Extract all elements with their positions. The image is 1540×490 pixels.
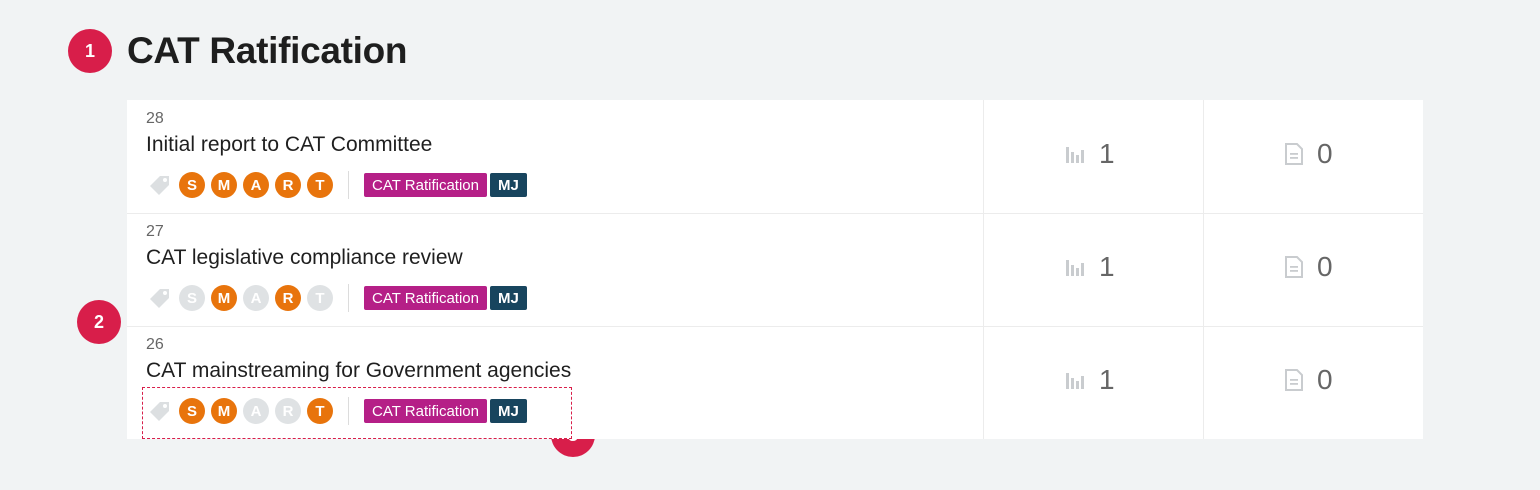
column-divider: [1203, 326, 1204, 439]
document-icon: [1285, 256, 1303, 278]
indicators-count[interactable]: 1: [1065, 138, 1115, 170]
documents-value: 0: [1317, 138, 1333, 169]
smart-criterion-s: S: [179, 285, 205, 311]
smart-criterion-r: R: [275, 172, 301, 198]
column-divider: [1203, 100, 1204, 213]
activity-row[interactable]: 27 CAT legislative compliance review SMA…: [127, 213, 1423, 327]
bar-chart-icon: [1066, 147, 1084, 163]
smart-criterion-s: S: [179, 172, 205, 198]
column-divider: [983, 100, 984, 213]
bar-chart-icon: [1066, 373, 1084, 389]
program-tag[interactable]: CAT Ratification: [364, 286, 487, 310]
smart-criterion-t: T: [307, 285, 333, 311]
page-title: CAT Ratification: [127, 30, 408, 71]
owner-tag[interactable]: MJ: [490, 286, 527, 310]
documents-count[interactable]: 0: [1285, 138, 1333, 170]
divider: [348, 284, 349, 312]
divider: [348, 171, 349, 199]
smart-criterion-a: A: [243, 172, 269, 198]
indicators-value: 1: [1099, 364, 1115, 395]
documents-value: 0: [1317, 251, 1333, 282]
documents-count[interactable]: 0: [1285, 251, 1333, 283]
column-divider: [983, 213, 984, 326]
smart-criterion-m: M: [211, 172, 237, 198]
column-divider: [983, 326, 984, 439]
smart-criterion-m: M: [211, 285, 237, 311]
activity-row[interactable]: 28 Initial report to CAT Committee SMART…: [127, 100, 1423, 214]
document-icon: [1285, 369, 1303, 391]
activity-id: 26: [146, 336, 164, 353]
activity-title[interactable]: Initial report to CAT Committee: [146, 133, 432, 157]
smart-criterion-r: R: [275, 285, 301, 311]
activity-title[interactable]: CAT legislative compliance review: [146, 246, 463, 270]
tag-icon: [150, 289, 169, 308]
smart-criterion-a: A: [243, 285, 269, 311]
documents-count[interactable]: 0: [1285, 364, 1333, 396]
program-tag[interactable]: CAT Ratification: [364, 173, 487, 197]
column-divider: [1203, 213, 1204, 326]
indicators-value: 1: [1099, 251, 1115, 282]
documents-value: 0: [1317, 364, 1333, 395]
smart-criterion-t: T: [307, 172, 333, 198]
activity-tags: SMART CAT Ratification MJ: [147, 171, 530, 199]
smart-criteria: SMART: [179, 285, 339, 311]
indicators-value: 1: [1099, 138, 1115, 169]
indicators-count[interactable]: 1: [1065, 364, 1115, 396]
tags-highlight-box: [142, 387, 572, 439]
bar-chart-icon: [1066, 260, 1084, 276]
owner-tag[interactable]: MJ: [490, 173, 527, 197]
activity-title[interactable]: CAT mainstreaming for Government agencie…: [146, 359, 571, 383]
activity-id: 28: [146, 110, 164, 127]
callout-1: 1: [68, 29, 112, 73]
activity-tags: SMART CAT Ratification MJ: [147, 284, 530, 312]
document-icon: [1285, 143, 1303, 165]
activity-id: 27: [146, 223, 164, 240]
smart-criteria: SMART: [179, 172, 339, 198]
tag-icon: [150, 176, 169, 195]
callout-2: 2: [77, 300, 121, 344]
indicators-count[interactable]: 1: [1065, 251, 1115, 283]
